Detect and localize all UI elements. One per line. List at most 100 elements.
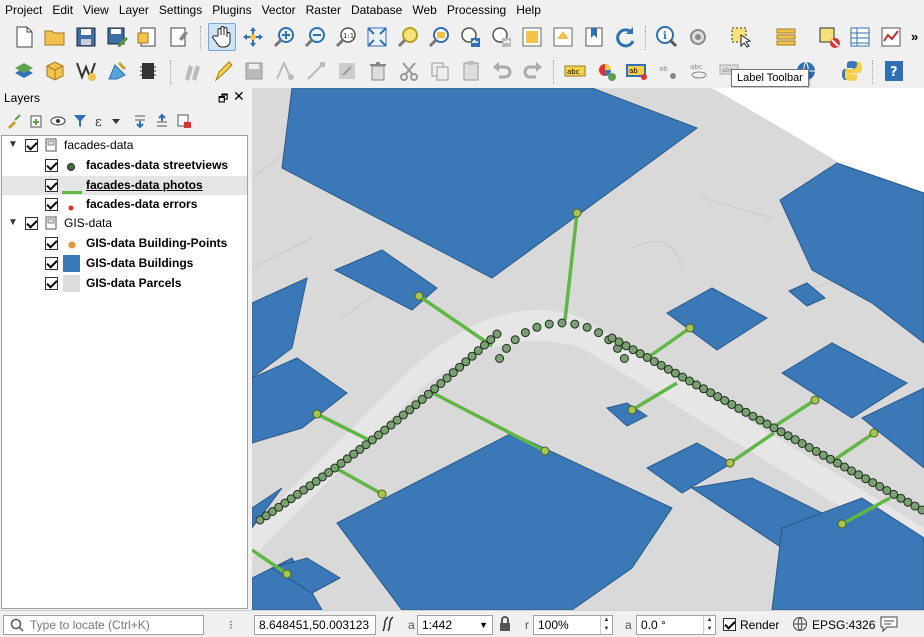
- layer-row[interactable]: GIS-data Buildings: [2, 254, 247, 273]
- rotation-spinbox[interactable]: 0.0 ° ▲ ▼: [636, 615, 716, 635]
- attribute-table-select-icon[interactable]: [772, 23, 800, 51]
- open-attribute-table-icon[interactable]: [846, 23, 874, 51]
- new-map-view-icon[interactable]: [518, 23, 546, 51]
- open-project-icon[interactable]: [41, 23, 69, 51]
- chevron-down-icon[interactable]: ▼: [479, 616, 488, 634]
- layer-diagram-options-icon[interactable]: [592, 57, 620, 85]
- toggle-extents-icon[interactable]: [380, 615, 396, 636]
- new-print-layout-icon[interactable]: [134, 23, 162, 51]
- menu-vector[interactable]: Vector: [257, 0, 301, 20]
- current-edits-icon[interactable]: [178, 57, 206, 85]
- show-hide-labels-icon[interactable]: abc: [685, 57, 713, 85]
- menu-help[interactable]: Help: [511, 0, 546, 20]
- save-project-icon[interactable]: [72, 23, 100, 51]
- layer-group-row[interactable]: ▼ facades-data: [2, 136, 247, 155]
- chevron-down-icon[interactable]: [110, 111, 122, 131]
- layer-labeling-options-icon[interactable]: abc: [561, 57, 589, 85]
- menu-raster[interactable]: Raster: [301, 0, 346, 20]
- run-feature-action-icon[interactable]: [684, 23, 712, 51]
- menu-layer[interactable]: Layer: [114, 0, 154, 20]
- spin-arrows-icon[interactable]: ▲ ▼: [600, 616, 612, 634]
- pan-to-selection-icon[interactable]: [239, 23, 267, 51]
- menu-project[interactable]: Project: [0, 0, 47, 20]
- select-features-icon[interactable]: [727, 23, 755, 51]
- new-shapefile-layer-icon[interactable]: [72, 57, 100, 85]
- lock-scale-icon[interactable]: [498, 615, 512, 636]
- messages-icon[interactable]: [879, 615, 899, 636]
- layer-group-row[interactable]: ▼ GIS-data: [2, 214, 247, 233]
- new-geopackage-layer-icon[interactable]: [41, 57, 69, 85]
- python-console-icon[interactable]: [838, 57, 866, 85]
- scale-select[interactable]: 1:442 ▼: [417, 615, 493, 635]
- layer-checkbox[interactable]: [45, 237, 58, 250]
- menu-view[interactable]: View: [78, 0, 114, 20]
- save-as-icon[interactable]: [103, 23, 131, 51]
- float-panel-icon[interactable]: 🗗: [218, 90, 228, 109]
- layer-checkbox[interactable]: [45, 257, 58, 270]
- new-temporary-layer-icon[interactable]: [103, 57, 131, 85]
- toggle-editing-icon[interactable]: [209, 57, 237, 85]
- zoom-in-icon[interactable]: [270, 23, 298, 51]
- statistical-summary-icon[interactable]: [877, 23, 905, 51]
- layer-row[interactable]: facades-data errors: [2, 195, 247, 214]
- cut-features-icon[interactable]: [395, 57, 423, 85]
- remove-layer-icon[interactable]: [174, 111, 194, 131]
- layer-row[interactable]: GIS-data Building-Points: [2, 234, 247, 253]
- new-3d-map-view-icon[interactable]: [549, 23, 577, 51]
- zoom-full-icon[interactable]: [363, 23, 391, 51]
- modify-attributes-icon[interactable]: [333, 57, 361, 85]
- coordinate-field[interactable]: 8.648451,50.003123: [254, 615, 376, 635]
- menu-database[interactable]: Database: [346, 0, 407, 20]
- menu-web[interactable]: Web: [407, 0, 441, 20]
- zoom-to-layer-icon[interactable]: [425, 23, 453, 51]
- new-project-icon[interactable]: [10, 23, 38, 51]
- deselect-features-icon[interactable]: [815, 23, 843, 51]
- help-contents-icon[interactable]: ?: [880, 57, 908, 85]
- zoom-next-icon[interactable]: [487, 23, 515, 51]
- locator-search-input[interactable]: Type to locate (Ctrl+K): [3, 615, 204, 635]
- layer-row[interactable]: GIS-data Parcels: [2, 274, 247, 293]
- layer-checkbox[interactable]: [45, 198, 58, 211]
- chevron-down-icon[interactable]: ▼: [8, 218, 18, 228]
- paste-features-icon[interactable]: [457, 57, 485, 85]
- filter-by-expression-icon[interactable]: ε: [92, 111, 112, 131]
- spin-arrows-icon[interactable]: ▲ ▼: [703, 616, 715, 634]
- layer-row[interactable]: facades-data photos: [2, 176, 247, 195]
- menu-settings[interactable]: Settings: [154, 0, 207, 20]
- layer-checkbox[interactable]: [45, 179, 58, 192]
- layer-row[interactable]: facades-data streetviews: [2, 156, 247, 175]
- layer-group-checkbox[interactable]: [25, 217, 38, 230]
- collapse-all-icon[interactable]: [152, 111, 172, 131]
- digitize-point-icon[interactable]: [271, 57, 299, 85]
- pan-map-icon[interactable]: [208, 23, 236, 51]
- show-layout-manager-icon[interactable]: [165, 23, 193, 51]
- zoom-out-icon[interactable]: [301, 23, 329, 51]
- new-bookmark-icon[interactable]: [580, 23, 608, 51]
- pin-labels-icon[interactable]: ab: [654, 57, 682, 85]
- copy-features-icon[interactable]: [426, 57, 454, 85]
- highlight-pinned-labels-icon[interactable]: ab: [623, 57, 651, 85]
- magnifier-spinbox[interactable]: 100% ▲ ▼: [533, 615, 613, 635]
- close-panel-icon[interactable]: ✕: [233, 88, 245, 105]
- zoom-to-selection-icon[interactable]: [394, 23, 422, 51]
- expand-all-icon[interactable]: [130, 111, 150, 131]
- refresh-icon[interactable]: [611, 23, 639, 51]
- gps-device-icon[interactable]: [134, 57, 162, 85]
- toolbar-overflow[interactable]: »: [911, 29, 918, 44]
- crs-globe-icon[interactable]: [792, 616, 808, 635]
- menu-plugins[interactable]: Plugins: [207, 0, 256, 20]
- vertex-tool-icon[interactable]: [302, 57, 330, 85]
- open-layer-styling-icon[interactable]: [4, 111, 24, 131]
- map-svg[interactable]: [252, 88, 924, 610]
- delete-selected-icon[interactable]: [364, 57, 392, 85]
- chevron-down-icon[interactable]: ▼: [8, 140, 18, 150]
- data-source-manager-icon[interactable]: [10, 57, 38, 85]
- zoom-native-icon[interactable]: 1:1: [332, 23, 360, 51]
- map-canvas[interactable]: [252, 88, 924, 610]
- save-layer-edits-icon[interactable]: [240, 57, 268, 85]
- layer-checkbox[interactable]: [45, 277, 58, 290]
- manage-visibility-icon[interactable]: [48, 111, 68, 131]
- layer-group-checkbox[interactable]: [25, 139, 38, 152]
- zoom-last-icon[interactable]: [456, 23, 484, 51]
- menu-processing[interactable]: Processing: [442, 0, 511, 20]
